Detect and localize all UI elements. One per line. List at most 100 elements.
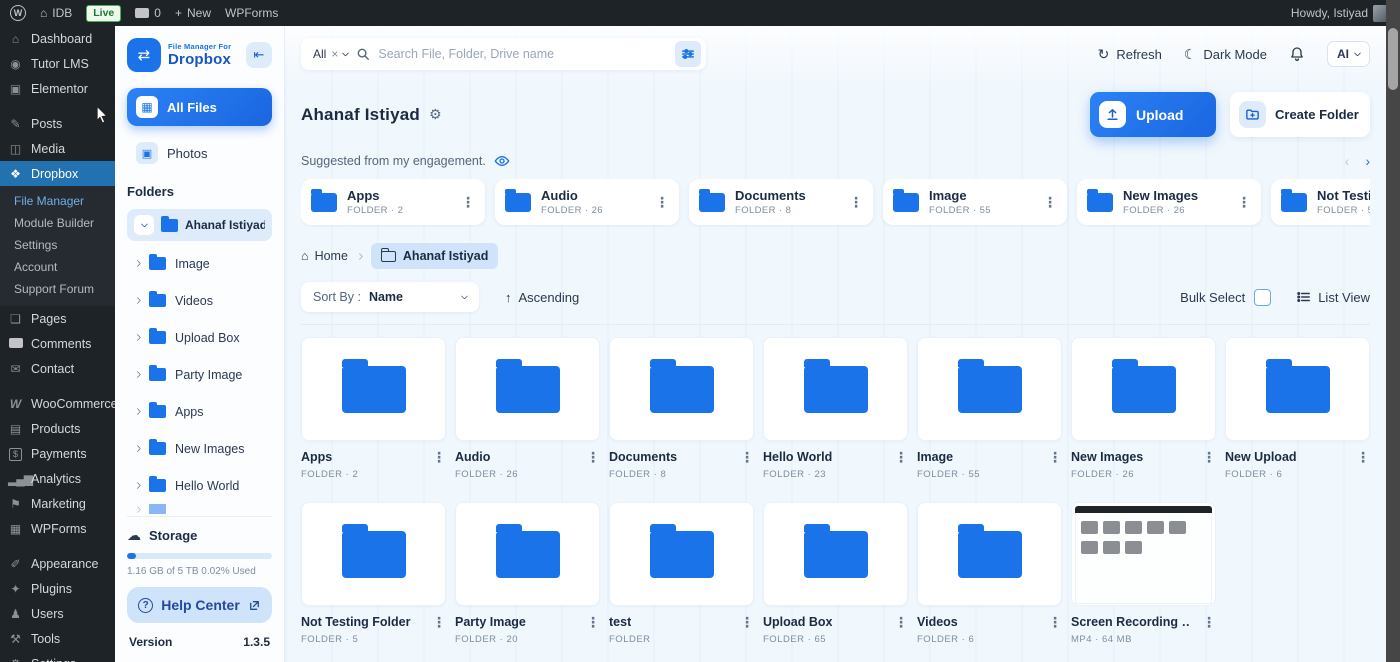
folder-card-documents[interactable]: Documents⋮ FOLDER · 8 — [609, 337, 754, 480]
eye-icon[interactable] — [494, 155, 510, 167]
submenu-item-support-forum[interactable]: Support Forum — [0, 278, 115, 300]
chevron-down-icon[interactable] — [342, 49, 349, 56]
more-options-icon[interactable]: ⋮ — [1237, 195, 1251, 209]
search-bar[interactable]: All× — [301, 38, 706, 70]
sidebar-item-dashboard[interactable]: ⌂Dashboard — [0, 26, 115, 51]
page-scrollbar[interactable] — [1386, 0, 1400, 662]
sidebar-item-dropbox[interactable]: ❖Dropbox — [0, 161, 115, 186]
admin-bar-comments[interactable]: 0 — [135, 6, 161, 20]
chevron-right-icon[interactable] — [134, 260, 141, 267]
submenu-item-module-builder[interactable]: Module Builder — [0, 212, 115, 234]
dark-mode-toggle[interactable]: ☾Dark Mode — [1184, 46, 1267, 63]
list-view-toggle[interactable]: List View — [1297, 290, 1370, 305]
tree-item-upload-box[interactable]: Upload Box — [127, 319, 272, 356]
folder-thumbnail[interactable] — [301, 337, 446, 441]
sidebar-item-marketing[interactable]: ⚑Marketing — [0, 491, 115, 516]
search-input[interactable] — [378, 47, 667, 61]
admin-bar-wpforms[interactable]: WPForms — [225, 6, 278, 20]
more-options-icon[interactable]: ⋮ — [432, 615, 446, 629]
chevron-right-icon[interactable] — [134, 371, 141, 378]
more-options-icon[interactable]: ⋮ — [432, 450, 446, 464]
more-options-icon[interactable]: ⋮ — [655, 195, 669, 209]
folder-card-test[interactable]: test⋮ FOLDER — [609, 502, 754, 645]
sidebar-item-tutor-lms[interactable]: ◉Tutor LMS — [0, 51, 115, 76]
sidebar-item-products[interactable]: ▤Products — [0, 416, 115, 441]
folder-thumbnail[interactable] — [917, 502, 1062, 606]
submenu-item-file-manager[interactable]: File Manager — [0, 190, 115, 212]
sort-by-dropdown[interactable]: Sort By :Name — [301, 282, 479, 312]
bulk-select[interactable]: Bulk Select — [1180, 289, 1271, 306]
live-badge[interactable]: Live — [86, 5, 121, 22]
suggested-card-apps[interactable]: AppsFOLDER · 2⋮ — [301, 179, 485, 225]
tree-item-videos[interactable]: Videos — [127, 282, 272, 319]
folder-thumbnail[interactable] — [917, 337, 1062, 441]
more-options-icon[interactable]: ⋮ — [1202, 615, 1216, 629]
sidebar-item-payments[interactable]: $Payments — [0, 441, 115, 466]
more-options-icon[interactable]: ⋮ — [894, 615, 908, 629]
video-thumbnail[interactable] — [1071, 502, 1216, 606]
carousel-prev-icon[interactable]: ‹ — [1345, 153, 1350, 169]
wordpress-logo-icon[interactable]: W — [10, 5, 26, 21]
help-center-button[interactable]: ? Help Center — [127, 587, 272, 623]
more-options-icon[interactable]: ⋮ — [740, 615, 754, 629]
sidebar-item-wpforms[interactable]: ▦WPForms — [0, 516, 115, 541]
sidebar-item-contact[interactable]: ✉Contact — [0, 356, 115, 381]
submenu-item-account[interactable]: Account — [0, 256, 115, 278]
scrollbar-thumb[interactable] — [1388, 28, 1398, 90]
sidebar-item-plugins[interactable]: ✦Plugins — [0, 576, 115, 601]
nav-all-files[interactable]: ▦ All Files — [127, 88, 272, 126]
suggested-card-new-images[interactable]: New ImagesFOLDER · 26⋮ — [1077, 179, 1261, 225]
tree-root-folder[interactable]: Ahanaf Istiyad — [127, 209, 272, 241]
chevron-down-icon[interactable] — [134, 215, 154, 235]
submenu-item-settings[interactable]: Settings — [0, 234, 115, 256]
search-scope-chip[interactable]: All× — [313, 47, 348, 61]
notifications-button[interactable] — [1289, 46, 1305, 62]
folder-thumbnail[interactable] — [301, 502, 446, 606]
folder-thumbnail[interactable] — [455, 502, 600, 606]
nav-photos[interactable]: ▣ Photos — [127, 138, 272, 168]
chevron-right-icon[interactable] — [134, 445, 141, 452]
folder-card-hello-world[interactable]: Hello World⋮ FOLDER · 23 — [763, 337, 908, 480]
folder-card-upload-box[interactable]: Upload Box⋮ FOLDER · 65 — [763, 502, 908, 645]
more-options-icon[interactable]: ⋮ — [849, 195, 863, 209]
folder-thumbnail[interactable] — [609, 337, 754, 441]
suggested-card-image[interactable]: ImageFOLDER · 55⋮ — [883, 179, 1067, 225]
folder-thumbnail[interactable] — [1071, 337, 1216, 441]
breadcrumb-current[interactable]: Ahanaf Istiyad — [371, 243, 498, 269]
ai-dropdown[interactable]: AI — [1327, 41, 1370, 67]
sidebar-item-media[interactable]: ◫Media — [0, 136, 115, 161]
create-folder-button[interactable]: Create Folder — [1230, 92, 1370, 137]
sidebar-collapse-button[interactable]: ⇤ — [246, 42, 272, 68]
upload-button[interactable]: Upload — [1090, 92, 1216, 137]
folder-thumbnail[interactable] — [763, 502, 908, 606]
tree-item-party-image[interactable]: Party Image — [127, 356, 272, 393]
more-options-icon[interactable]: ⋮ — [894, 450, 908, 464]
folder-card-apps[interactable]: Apps⋮ FOLDER · 2 — [301, 337, 446, 480]
more-options-icon[interactable]: ⋮ — [461, 195, 475, 209]
tree-item-new-images[interactable]: New Images — [127, 430, 272, 467]
folder-settings-icon[interactable]: ⚙ — [429, 106, 442, 123]
sidebar-item-pages[interactable]: ❏Pages — [0, 306, 115, 331]
sidebar-item-elementor[interactable]: ▣Elementor — [0, 76, 115, 101]
folder-card-new-images[interactable]: New Images⋮ FOLDER · 26 — [1071, 337, 1216, 480]
folder-card-audio[interactable]: Audio⋮ FOLDER · 26 — [455, 337, 600, 480]
bulk-select-checkbox[interactable] — [1254, 289, 1271, 306]
folder-card-not-testing-folder[interactable]: Not Testing Folder⋮ FOLDER · 5 — [301, 502, 446, 645]
folder-thumbnail[interactable] — [609, 502, 754, 606]
remove-scope-icon[interactable]: × — [331, 47, 338, 61]
sort-order-toggle[interactable]: ↑Ascending — [505, 290, 579, 305]
folder-card-image[interactable]: Image⋮ FOLDER · 55 — [917, 337, 1062, 480]
more-options-icon[interactable]: ⋮ — [586, 615, 600, 629]
tree-item-hello-world[interactable]: Hello World — [127, 467, 272, 504]
folder-thumbnail[interactable] — [763, 337, 908, 441]
file-card-screen-recording[interactable]: Screen Recording …⋮ MP4 · 64 MB — [1071, 502, 1216, 645]
folder-card-videos[interactable]: Videos⋮ FOLDER · 6 — [917, 502, 1062, 645]
admin-bar-howdy[interactable]: Howdy, Istiyad — [1291, 5, 1390, 22]
tree-item-apps[interactable]: Apps — [127, 393, 272, 430]
sidebar-item-woocommerce[interactable]: WWooCommerce — [0, 391, 115, 416]
more-options-icon[interactable]: ⋮ — [1043, 195, 1057, 209]
sidebar-item-posts[interactable]: ✎Posts — [0, 111, 115, 136]
filter-button[interactable] — [675, 41, 701, 67]
more-options-icon[interactable]: ⋮ — [740, 450, 754, 464]
suggested-card-audio[interactable]: AudioFOLDER · 26⋮ — [495, 179, 679, 225]
